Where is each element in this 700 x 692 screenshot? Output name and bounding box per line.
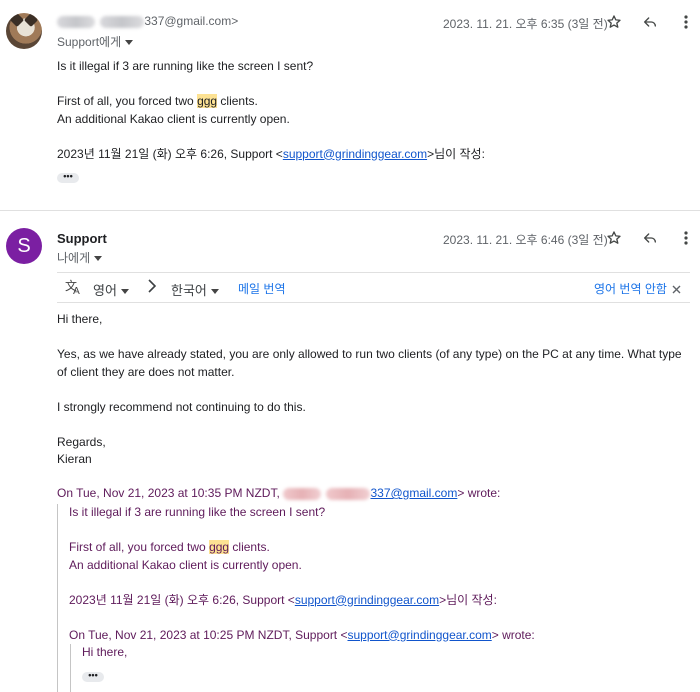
- body-line: Yes, as we have already stated, you are …: [57, 347, 682, 361]
- translate-icon: 文A: [65, 278, 83, 298]
- chevron-right-icon: [147, 279, 157, 296]
- quoted-line: First of all, you forced two ggg clients…: [69, 540, 270, 554]
- highlight: ggg: [209, 540, 230, 554]
- redacted-name: [57, 15, 95, 28]
- email-link[interactable]: support@grindinggear.com: [347, 628, 491, 642]
- support-avatar[interactable]: S: [6, 228, 42, 264]
- target-language-dropdown[interactable]: 한국어: [171, 280, 219, 299]
- recipient-label: Support에게: [57, 35, 122, 49]
- show-trimmed-content-button[interactable]: •••: [57, 172, 79, 183]
- quoted-header: 2023년 11월 21일 (화) 오후 6:26, Support <supp…: [69, 592, 497, 607]
- translate-message-link[interactable]: 메일 번역: [238, 280, 286, 297]
- recipient-dropdown[interactable]: 나에게: [57, 249, 103, 266]
- more-vert-icon[interactable]: [676, 228, 696, 248]
- sender-name[interactable]: Support: [57, 231, 107, 246]
- sender-avatar[interactable]: [6, 13, 42, 49]
- redacted-email: [100, 15, 145, 28]
- message-body: Hi there, Yes, as we have already stated…: [57, 311, 682, 469]
- message-divider: [0, 210, 700, 211]
- email-link[interactable]: support@grindinggear.com: [295, 593, 439, 607]
- nested-greeting: Hi there,: [82, 645, 128, 659]
- sender-email-suffix: 337@gmail.com: [144, 14, 232, 28]
- quoted-body: Is it illegal if 3 are running like the …: [69, 504, 535, 644]
- quoted-line: An additional Kakao client is currently …: [69, 557, 302, 572]
- recipient-label: 나에게: [57, 251, 91, 265]
- body-line: First of all, you forced two ggg clients…: [57, 94, 258, 108]
- translate-bar: 文A 영어 한국어 메일 번역 영어 번역 안함: [57, 272, 690, 303]
- dont-translate-link[interactable]: 영어 번역 안함: [594, 280, 667, 297]
- redacted-email: [326, 487, 371, 500]
- message-body: Is it illegal if 3 are running like the …: [57, 58, 485, 163]
- quoted-line: Is it illegal if 3 are running like the …: [69, 505, 326, 519]
- body-line: Kieran: [57, 452, 92, 466]
- nested-quote-attribution: On Tue, Nov 21, 2023 at 10:25 PM NZDT, S…: [69, 627, 535, 642]
- caret-down-icon: [210, 289, 219, 295]
- caret-down-icon: [94, 256, 103, 262]
- quote-attribution: On Tue, Nov 21, 2023 at 10:35 PM NZDT, 3…: [57, 486, 501, 500]
- more-vert-icon[interactable]: [676, 12, 696, 32]
- redacted-name: [283, 487, 322, 500]
- caret-down-icon: [125, 40, 134, 46]
- star-icon[interactable]: [604, 228, 624, 248]
- nested-quote: Hi there, •••: [70, 644, 670, 692]
- body-line: of client they are does not matter.: [57, 364, 235, 379]
- body-line: Is it illegal if 3 are running like the …: [57, 59, 314, 73]
- body-line: I strongly recommend not continuing to d…: [57, 399, 306, 414]
- reply-icon[interactable]: [640, 228, 660, 248]
- show-trimmed-content-button[interactable]: •••: [82, 671, 104, 682]
- quoted-message: Is it illegal if 3 are running like the …: [57, 504, 697, 692]
- caret-down-icon: [120, 289, 129, 295]
- body-line: Hi there,: [57, 312, 103, 326]
- body-line: An additional Kakao client is currently …: [57, 111, 290, 126]
- reply-icon[interactable]: [640, 12, 660, 32]
- close-icon[interactable]: [672, 282, 681, 297]
- highlight: ggg: [197, 94, 218, 108]
- email-link[interactable]: support@grindinggear.com: [283, 147, 427, 161]
- star-icon[interactable]: [604, 12, 624, 32]
- email-link[interactable]: 337@gmail.com: [370, 486, 457, 500]
- svg-text:A: A: [73, 286, 80, 295]
- message-date: 2023. 11. 21. 오후 6:46 (3일 전): [443, 233, 608, 247]
- body-line: Regards,: [57, 434, 106, 449]
- source-language-dropdown[interactable]: 영어: [93, 280, 129, 299]
- message-date: 2023. 11. 21. 오후 6:35 (3일 전): [443, 17, 608, 31]
- quote-header: 2023년 11월 21일 (화) 오후 6:26, Support <supp…: [57, 146, 485, 161]
- sender-address[interactable]: 337@gmail.com>: [57, 14, 238, 28]
- message-1: 337@gmail.com> Support에게 2023. 11. 21. 오…: [0, 0, 700, 210]
- recipient-dropdown[interactable]: Support에게: [57, 33, 134, 50]
